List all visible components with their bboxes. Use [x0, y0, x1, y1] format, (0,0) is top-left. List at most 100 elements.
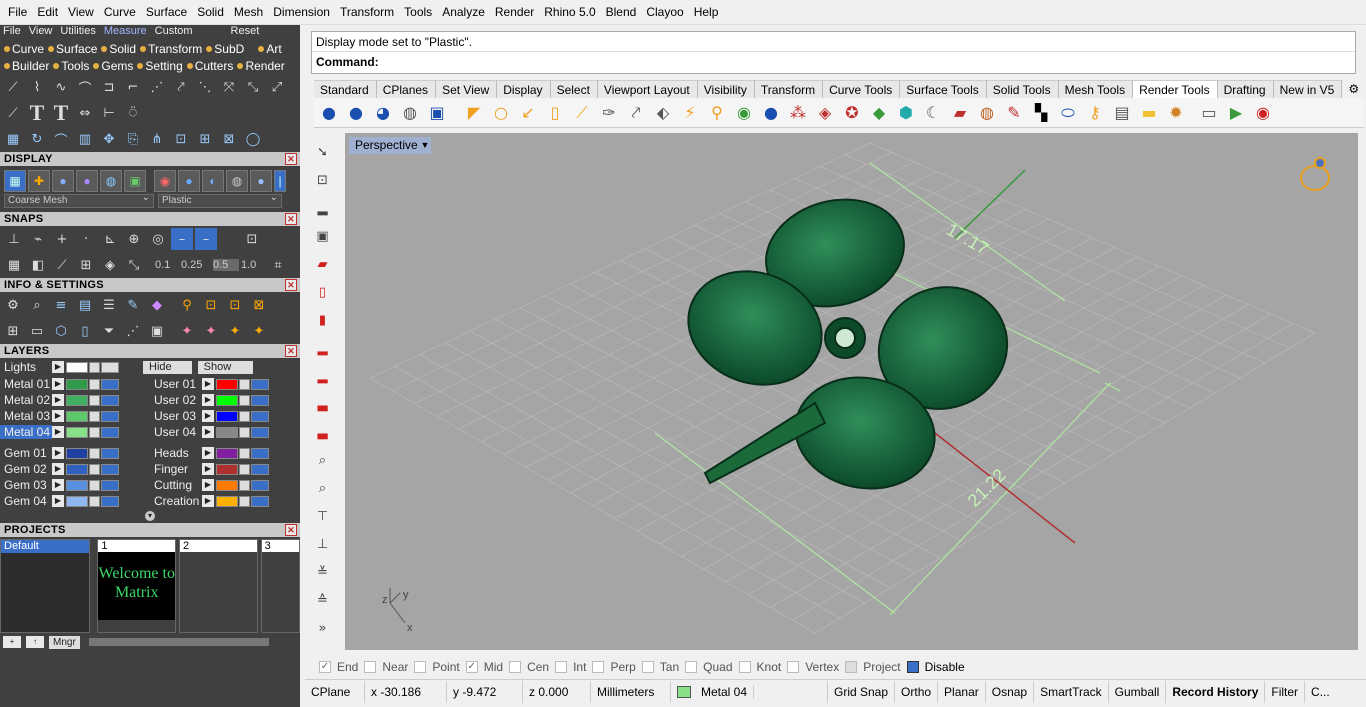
text-tool-icon[interactable]: T	[26, 100, 48, 125]
ortho-button[interactable]: Ortho	[895, 680, 939, 703]
layer-color-swatch[interactable]	[216, 410, 238, 422]
visibility-icon[interactable]	[101, 426, 119, 438]
layer-row[interactable]: Cutting ▶	[150, 477, 300, 493]
layer-row[interactable]: Gem 04 ▶	[0, 493, 150, 509]
lock-icon[interactable]	[239, 394, 250, 406]
directional-light-icon[interactable]: ↙	[517, 102, 539, 124]
menu-analyze[interactable]: Analyze	[437, 0, 490, 25]
tab-render[interactable]: Render	[245, 59, 284, 73]
layer-color-swatch[interactable]	[66, 463, 88, 475]
material-assign-icon[interactable]: ●	[760, 102, 782, 124]
material-b-icon[interactable]: ⚡	[679, 102, 701, 124]
record-history-button[interactable]: Record History	[1166, 680, 1266, 703]
layer-row[interactable]: Finger ▶	[150, 461, 300, 477]
scale-icon[interactable]: ⊠	[218, 128, 240, 150]
tab-options-gear-icon[interactable]: ⚙	[1342, 80, 1366, 98]
box-icon[interactable]: ▤	[74, 294, 96, 316]
rotate-icon[interactable]: ↻	[26, 128, 48, 150]
expand-icon[interactable]: ▶	[202, 463, 214, 475]
visibility-icon[interactable]	[101, 378, 119, 390]
expand-icon[interactable]: ▶	[52, 495, 64, 507]
expand-icon[interactable]: ▶	[52, 361, 64, 373]
close-icon[interactable]: ✕	[285, 345, 297, 357]
visibility-icon[interactable]	[251, 463, 269, 475]
expand-icon[interactable]: ▶	[52, 410, 64, 422]
bend-icon[interactable]: ⊡	[170, 128, 192, 150]
mesh-density-select[interactable]: Coarse Mesh	[4, 192, 154, 208]
expand-icon[interactable]: ▶	[202, 479, 214, 491]
texture-palette-icon[interactable]: ▤	[1111, 102, 1133, 124]
layer-name[interactable]: User 02	[150, 393, 202, 407]
snap-mid-icon[interactable]: ·	[75, 228, 97, 250]
connect-tool-icon[interactable]: ⤢	[266, 76, 288, 98]
osnap-cen-checkbox[interactable]	[509, 661, 522, 673]
rect-light-icon[interactable]: ▯	[544, 102, 566, 124]
zoom-icon[interactable]: ⌕	[26, 294, 48, 316]
close-icon[interactable]: ✕	[285, 153, 297, 165]
filter-icon[interactable]: ⏷	[98, 320, 120, 342]
snap-near-icon[interactable]: ⌁	[27, 228, 49, 250]
monitor-icon[interactable]: ▭	[26, 320, 48, 342]
extend-tool-icon[interactable]: ⤧	[218, 76, 240, 98]
matrix-menu-reset[interactable]: Reset	[231, 25, 260, 40]
dots-icon[interactable]: ⋰	[122, 320, 144, 342]
layers-splitter[interactable]: ▾	[0, 509, 300, 523]
ring-icon[interactable]: ◯	[242, 128, 264, 150]
lights-color[interactable]	[66, 361, 88, 373]
lock-icon[interactable]	[239, 378, 250, 390]
matrix-menu-measure[interactable]: Measure	[104, 25, 147, 40]
record-icon[interactable]: ◉	[1252, 102, 1274, 124]
osnap-disable-checkbox[interactable]	[906, 661, 919, 673]
gumball-icon[interactable]: ⤡	[123, 254, 145, 276]
blend-tool-icon[interactable]: ⤡	[242, 76, 264, 98]
tab-standard[interactable]: Standard	[314, 80, 377, 98]
layer-name[interactable]: Gem 03	[0, 478, 52, 492]
more-status-button[interactable]: C...	[1305, 681, 1336, 703]
car-red-icon[interactable]: ▰	[311, 250, 334, 278]
layer-row[interactable]: Gem 02 ▶	[0, 461, 150, 477]
tab-display[interactable]: Display	[497, 80, 551, 98]
layer-color-swatch[interactable]	[216, 463, 238, 475]
more-tools-icon[interactable]: »	[311, 614, 334, 642]
snap-cen-icon[interactable]: ⊕	[123, 228, 145, 250]
xray-icon[interactable]: ◍	[100, 170, 122, 192]
widget-d-icon[interactable]: ≙	[311, 586, 334, 614]
doc-icon[interactable]: ▣	[146, 320, 168, 342]
close-icon[interactable]: ✕	[285, 279, 297, 291]
lock-icon[interactable]	[239, 426, 250, 438]
menu-curve[interactable]: Curve	[99, 0, 141, 25]
lock-icon[interactable]	[239, 410, 250, 422]
expand-icon[interactable]: ▶	[52, 479, 64, 491]
osnap-vertex-checkbox[interactable]	[787, 661, 800, 673]
copy-icon[interactable]: ⎘	[122, 128, 144, 150]
frame2-icon[interactable]: ⊡	[224, 294, 246, 316]
layer-row[interactable]: Metal 03 ▶	[0, 408, 150, 424]
polyline-icon[interactable]: ⟋	[2, 102, 24, 124]
expand-icon[interactable]: ▶	[202, 426, 214, 438]
splitter-icon[interactable]: ▾	[145, 511, 155, 521]
tab-solid-tools[interactable]: Solid Tools	[986, 80, 1059, 98]
crosshair-icon[interactable]: ⌗	[267, 254, 289, 276]
project-list[interactable]: Default	[0, 539, 91, 633]
hide-button[interactable]: Hide	[143, 360, 192, 374]
perspective-viewport[interactable]: 17.17 21.22 z y x Perspective ▼	[345, 133, 1358, 650]
command-prompt[interactable]: Command:	[312, 52, 1355, 72]
vehicle-d-icon[interactable]: ▃	[311, 418, 334, 446]
osnap-perp-checkbox[interactable]	[592, 661, 605, 673]
layer-color-swatch[interactable]	[216, 447, 238, 459]
layer-name[interactable]: Metal 02	[0, 393, 52, 407]
mapping-icon[interactable]: ◆	[868, 102, 890, 124]
technical-icon[interactable]: ▣	[124, 170, 146, 192]
osnap-end-checkbox[interactable]: ✓	[319, 661, 331, 673]
layer-row[interactable]: Metal 04 ▶	[0, 424, 150, 440]
menu-help[interactable]: Help	[689, 0, 724, 25]
layer-color-swatch[interactable]	[216, 394, 238, 406]
lock-icon[interactable]	[89, 426, 100, 438]
layer-color-swatch[interactable]	[66, 426, 88, 438]
lock-icon[interactable]	[89, 479, 100, 491]
tab-transform[interactable]: Transform	[754, 80, 824, 98]
tab-new-in-v5[interactable]: New in V5	[1273, 80, 1343, 98]
expand-icon[interactable]: ▶	[52, 447, 64, 459]
matrix-menu-custom[interactable]: Custom	[155, 25, 193, 40]
arc-icon[interactable]: ⌒	[50, 128, 72, 150]
